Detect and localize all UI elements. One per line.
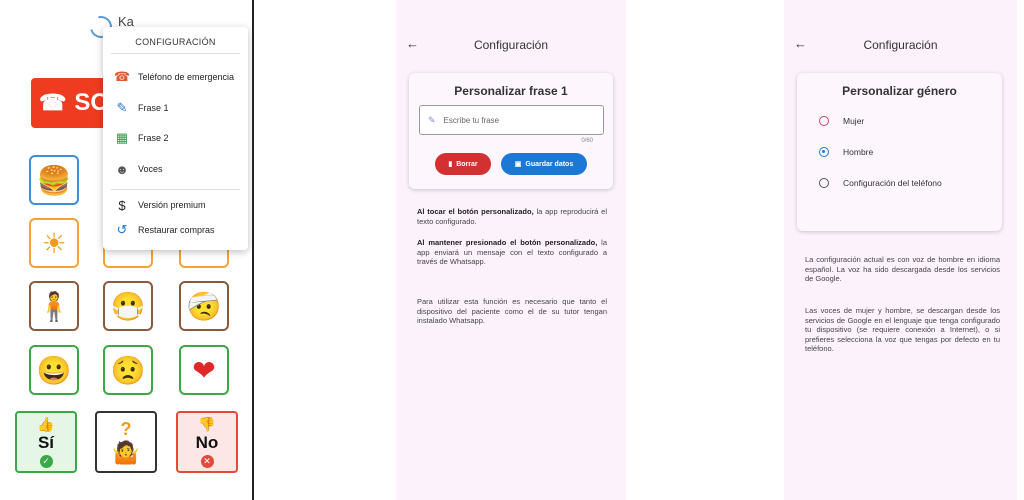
yes-label: Sí [37,433,55,452]
menu-item[interactable]: ▦ Frase 2 [103,126,248,150]
menu-item[interactable]: ☎ Teléfono de emergencia [103,65,248,89]
menu-item-label: Teléfono de emergencia [138,72,235,82]
tile-eat-icon: 🍔 [36,164,72,196]
gender-option-label: Hombre [843,147,874,157]
page-title: Configuración [863,38,938,52]
menu-item-label: Frase 1 [138,103,169,113]
menu-divider [111,53,240,54]
thumbs-up-icon: 👍 [37,416,55,432]
gender-option-label: Configuración del teléfono [843,178,942,188]
edit-text-icon: ✎ [116,100,128,115]
save-icon: ▣ [514,161,522,168]
tile-headache[interactable]: 🤕 [179,281,229,331]
phone-forward-icon: ☎ [113,69,131,84]
save-label: Guardar datos [525,160,574,168]
tile-hot-icon: ☀ [41,227,67,259]
edit-text-icon: ✎ [428,114,436,125]
phone-forward-icon: ☎ [39,90,67,115]
tile-happy[interactable]: 😀 [29,345,79,395]
phrase-input[interactable]: ✎ Escribe tu frase [419,105,604,135]
radio-icon[interactable] [819,147,829,157]
menu-item[interactable]: $ Versión premium [103,193,248,217]
check-icon: ✓ [39,455,53,468]
menu-title: CONFIGURACIÓN [135,37,216,47]
gender-option[interactable]: Hombre [819,147,873,157]
menu-item[interactable]: ↺ Restaurar compras [103,218,248,242]
char-counter: 0/60 [581,138,593,144]
page-title: Configuración [473,38,549,52]
menu-item-label: Versión premium [138,200,206,210]
tile-hot[interactable]: ☀ [29,218,79,268]
help-paragraph: Al tocar el botón personalizado, la app … [417,207,607,226]
screen-gender-config: ← Configuración Personalizar género Muje… [784,0,1017,500]
help-bold: Al tocar el botón personalizado, [417,207,534,216]
shrug-person-icon: 🤷 [112,439,140,465]
thumbs-down-icon: 👎 [198,416,216,432]
app-bar: ← Configuración [396,34,626,56]
question-button[interactable]: ? 🤷 [95,411,157,473]
voice-person-icon: ☻ [115,161,129,177]
menu-divider [111,189,240,190]
menu-item-label: Frase 2 [138,133,169,143]
menu-item[interactable]: ☻ Voces [103,157,248,181]
help-paragraph: Para utilizar esta función es necesario … [417,297,607,325]
card-title: Personalizar género [842,84,957,98]
gender-option[interactable]: Configuración del teléfono [819,178,942,188]
no-button[interactable]: 👎 No ✕ [176,411,238,473]
phrase-input-placeholder: Escribe tu frase [443,115,500,125]
tile-sick[interactable]: 😷 [103,281,153,331]
question-icon: ? [120,418,132,439]
tile-sick-icon: 😷 [110,290,146,322]
help-bold: Al mantener presionado el botón personal… [417,238,598,247]
config-menu: CONFIGURACIÓN ☎ Teléfono de emergencia ✎ Fr… [103,27,248,250]
radio-icon[interactable] [819,178,829,188]
tile-eat[interactable]: 🍔 [29,155,79,205]
phrase-card: Personalizar frase 1 ✎ Escribe tu frase … [409,73,613,189]
calendar-edit-icon: ▦ [115,130,129,145]
delete-button[interactable]: ▮ Borrar [435,153,491,175]
tile-back-pain[interactable]: 🧍 [29,281,79,331]
trash-icon: ▮ [448,161,453,168]
gender-option-label: Mujer [843,116,865,126]
gender-option[interactable]: Mujer [819,116,864,126]
menu-item-label: Voces [138,164,163,174]
radio-icon[interactable] [819,116,829,126]
help-paragraph: Al mantener presionado el botón personal… [417,238,607,267]
card-title: Personalizar frase 1 [454,84,568,98]
tile-sad-icon: 😟 [110,354,146,386]
gender-card: Personalizar género Mujer Hombre Configura… [797,73,1002,231]
screen-phrase-config: ← Configuración Personalizar frase 1 ✎ E… [396,0,626,500]
no-label: No [195,433,219,452]
screen-main-board: Ka ☎ SO 🍔 ☀ 🧍 😷 🤕 😀 😟 ❤ 👍 Sí ✓ ? 🤷 👎 No ✕ CONFI… [0,0,254,500]
info-paragraph: Las voces de mujer y hombre, se descarga… [805,306,1000,353]
save-button[interactable]: ▣ Guardar datos [501,153,587,175]
delete-label: Borrar [456,160,478,168]
tile-love[interactable]: ❤ [179,345,229,395]
dollar-icon: $ [118,197,126,213]
close-icon: ✕ [200,455,214,468]
tile-back-pain-icon: 🧍 [36,290,72,322]
app-bar: ← Configuración [784,34,1017,56]
tile-love-icon: ❤ [192,354,216,386]
tile-happy-icon: 😀 [36,354,72,386]
tile-sad[interactable]: 😟 [103,345,153,395]
info-paragraph: La configuración actual es con voz de ho… [805,255,1000,283]
menu-item-label: Restaurar compras [138,225,215,235]
tile-headache-icon: 🤕 [186,290,222,322]
restore-icon: ↺ [116,222,128,237]
yes-button[interactable]: 👍 Sí ✓ [15,411,77,473]
menu-item[interactable]: ✎ Frase 1 [103,96,248,120]
